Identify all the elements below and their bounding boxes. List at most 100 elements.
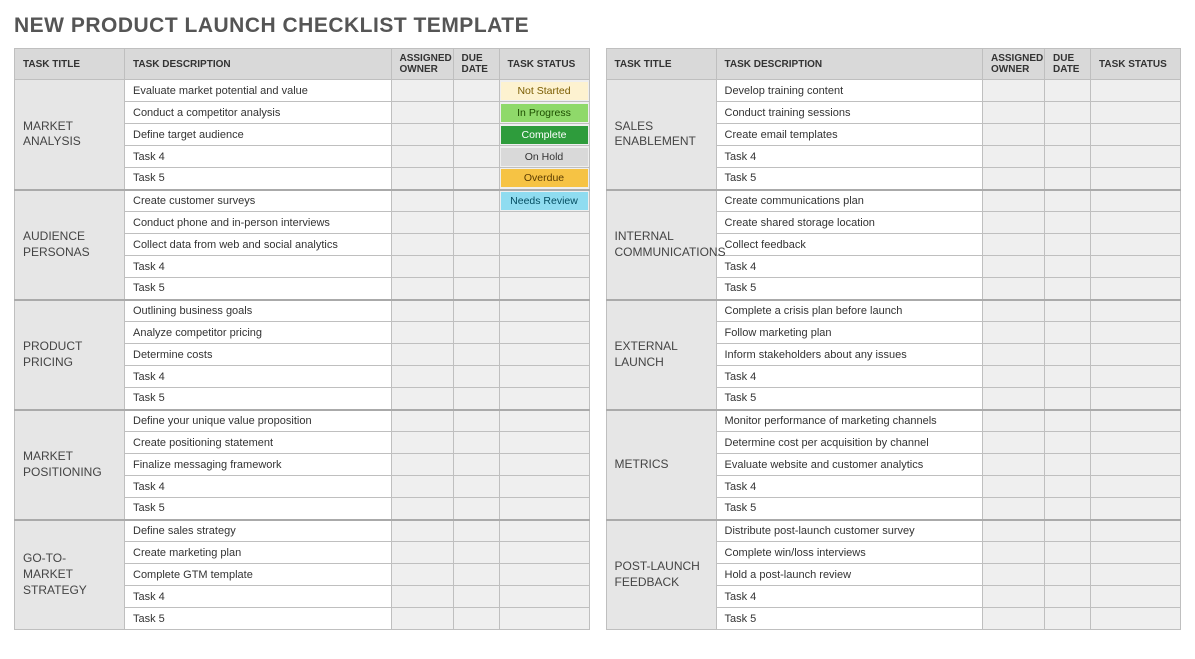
assigned-owner-cell[interactable] xyxy=(983,80,1045,102)
task-description[interactable]: Hold a post-launch review xyxy=(716,564,983,586)
assigned-owner-cell[interactable] xyxy=(983,124,1045,146)
assigned-owner-cell[interactable] xyxy=(391,168,453,190)
task-status-cell[interactable] xyxy=(499,498,589,520)
assigned-owner-cell[interactable] xyxy=(391,542,453,564)
task-status-cell[interactable] xyxy=(1091,366,1181,388)
task-status-cell[interactable] xyxy=(499,388,589,410)
task-status-cell[interactable] xyxy=(1091,344,1181,366)
due-date-cell[interactable] xyxy=(453,608,499,630)
task-description[interactable]: Conduct training sessions xyxy=(716,102,983,124)
due-date-cell[interactable] xyxy=(1045,410,1091,432)
task-status-cell[interactable] xyxy=(1091,212,1181,234)
task-description[interactable]: Evaluate market potential and value xyxy=(125,80,392,102)
task-status-cell[interactable] xyxy=(1091,410,1181,432)
due-date-cell[interactable] xyxy=(453,146,499,168)
task-status-cell[interactable] xyxy=(1091,586,1181,608)
assigned-owner-cell[interactable] xyxy=(391,454,453,476)
task-status-cell[interactable] xyxy=(1091,146,1181,168)
assigned-owner-cell[interactable] xyxy=(983,454,1045,476)
due-date-cell[interactable] xyxy=(1045,454,1091,476)
task-status-cell[interactable] xyxy=(499,256,589,278)
due-date-cell[interactable] xyxy=(453,124,499,146)
task-description[interactable]: Task 5 xyxy=(125,278,392,300)
due-date-cell[interactable] xyxy=(1045,520,1091,542)
assigned-owner-cell[interactable] xyxy=(391,366,453,388)
assigned-owner-cell[interactable] xyxy=(983,388,1045,410)
assigned-owner-cell[interactable] xyxy=(983,542,1045,564)
task-description[interactable]: Task 4 xyxy=(716,476,983,498)
due-date-cell[interactable] xyxy=(453,102,499,124)
task-status-cell[interactable] xyxy=(1091,564,1181,586)
assigned-owner-cell[interactable] xyxy=(391,410,453,432)
assigned-owner-cell[interactable] xyxy=(983,410,1045,432)
assigned-owner-cell[interactable] xyxy=(391,520,453,542)
assigned-owner-cell[interactable] xyxy=(391,102,453,124)
task-description[interactable]: Create shared storage location xyxy=(716,212,983,234)
assigned-owner-cell[interactable] xyxy=(983,344,1045,366)
task-status-cell[interactable] xyxy=(1091,80,1181,102)
assigned-owner-cell[interactable] xyxy=(983,476,1045,498)
task-status-cell[interactable]: Needs Review xyxy=(499,190,589,212)
due-date-cell[interactable] xyxy=(453,432,499,454)
task-status-cell[interactable] xyxy=(499,454,589,476)
assigned-owner-cell[interactable] xyxy=(391,586,453,608)
task-description[interactable]: Follow marketing plan xyxy=(716,322,983,344)
due-date-cell[interactable] xyxy=(1045,102,1091,124)
task-description[interactable]: Define your unique value proposition xyxy=(125,410,392,432)
task-description[interactable]: Task 5 xyxy=(125,498,392,520)
task-description[interactable]: Define target audience xyxy=(125,124,392,146)
due-date-cell[interactable] xyxy=(1045,586,1091,608)
task-description[interactable]: Task 5 xyxy=(125,388,392,410)
task-status-cell[interactable] xyxy=(499,608,589,630)
task-status-cell[interactable] xyxy=(1091,388,1181,410)
task-status-cell[interactable] xyxy=(1091,454,1181,476)
due-date-cell[interactable] xyxy=(453,366,499,388)
task-status-cell[interactable] xyxy=(1091,300,1181,322)
due-date-cell[interactable] xyxy=(453,344,499,366)
assigned-owner-cell[interactable] xyxy=(983,234,1045,256)
task-status-cell[interactable] xyxy=(499,520,589,542)
task-description[interactable]: Finalize messaging framework xyxy=(125,454,392,476)
assigned-owner-cell[interactable] xyxy=(983,300,1045,322)
assigned-owner-cell[interactable] xyxy=(983,432,1045,454)
assigned-owner-cell[interactable] xyxy=(391,234,453,256)
due-date-cell[interactable] xyxy=(453,388,499,410)
due-date-cell[interactable] xyxy=(453,454,499,476)
task-description[interactable]: Determine costs xyxy=(125,344,392,366)
task-description[interactable]: Monitor performance of marketing channel… xyxy=(716,410,983,432)
assigned-owner-cell[interactable] xyxy=(391,344,453,366)
due-date-cell[interactable] xyxy=(1045,432,1091,454)
due-date-cell[interactable] xyxy=(1045,608,1091,630)
task-description[interactable]: Complete a crisis plan before launch xyxy=(716,300,983,322)
task-status-cell[interactable] xyxy=(1091,432,1181,454)
assigned-owner-cell[interactable] xyxy=(983,102,1045,124)
task-status-cell[interactable] xyxy=(499,432,589,454)
task-status-cell[interactable] xyxy=(1091,124,1181,146)
task-status-cell[interactable] xyxy=(1091,476,1181,498)
due-date-cell[interactable] xyxy=(1045,300,1091,322)
assigned-owner-cell[interactable] xyxy=(391,300,453,322)
task-status-cell[interactable] xyxy=(499,564,589,586)
task-status-cell[interactable]: In Progress xyxy=(499,102,589,124)
task-description[interactable]: Task 4 xyxy=(125,146,392,168)
task-status-cell[interactable] xyxy=(1091,498,1181,520)
assigned-owner-cell[interactable] xyxy=(391,564,453,586)
task-description[interactable]: Task 4 xyxy=(125,586,392,608)
assigned-owner-cell[interactable] xyxy=(983,608,1045,630)
due-date-cell[interactable] xyxy=(453,476,499,498)
due-date-cell[interactable] xyxy=(453,498,499,520)
due-date-cell[interactable] xyxy=(1045,168,1091,190)
assigned-owner-cell[interactable] xyxy=(391,146,453,168)
assigned-owner-cell[interactable] xyxy=(391,388,453,410)
task-description[interactable]: Task 5 xyxy=(716,608,983,630)
task-status-cell[interactable] xyxy=(499,542,589,564)
assigned-owner-cell[interactable] xyxy=(983,322,1045,344)
task-description[interactable]: Task 5 xyxy=(716,498,983,520)
task-status-cell[interactable] xyxy=(499,278,589,300)
task-description[interactable]: Task 5 xyxy=(125,168,392,190)
task-description[interactable]: Create email templates xyxy=(716,124,983,146)
task-description[interactable]: Create customer surveys xyxy=(125,190,392,212)
task-description[interactable]: Task 5 xyxy=(125,608,392,630)
task-description[interactable]: Define sales strategy xyxy=(125,520,392,542)
due-date-cell[interactable] xyxy=(1045,366,1091,388)
